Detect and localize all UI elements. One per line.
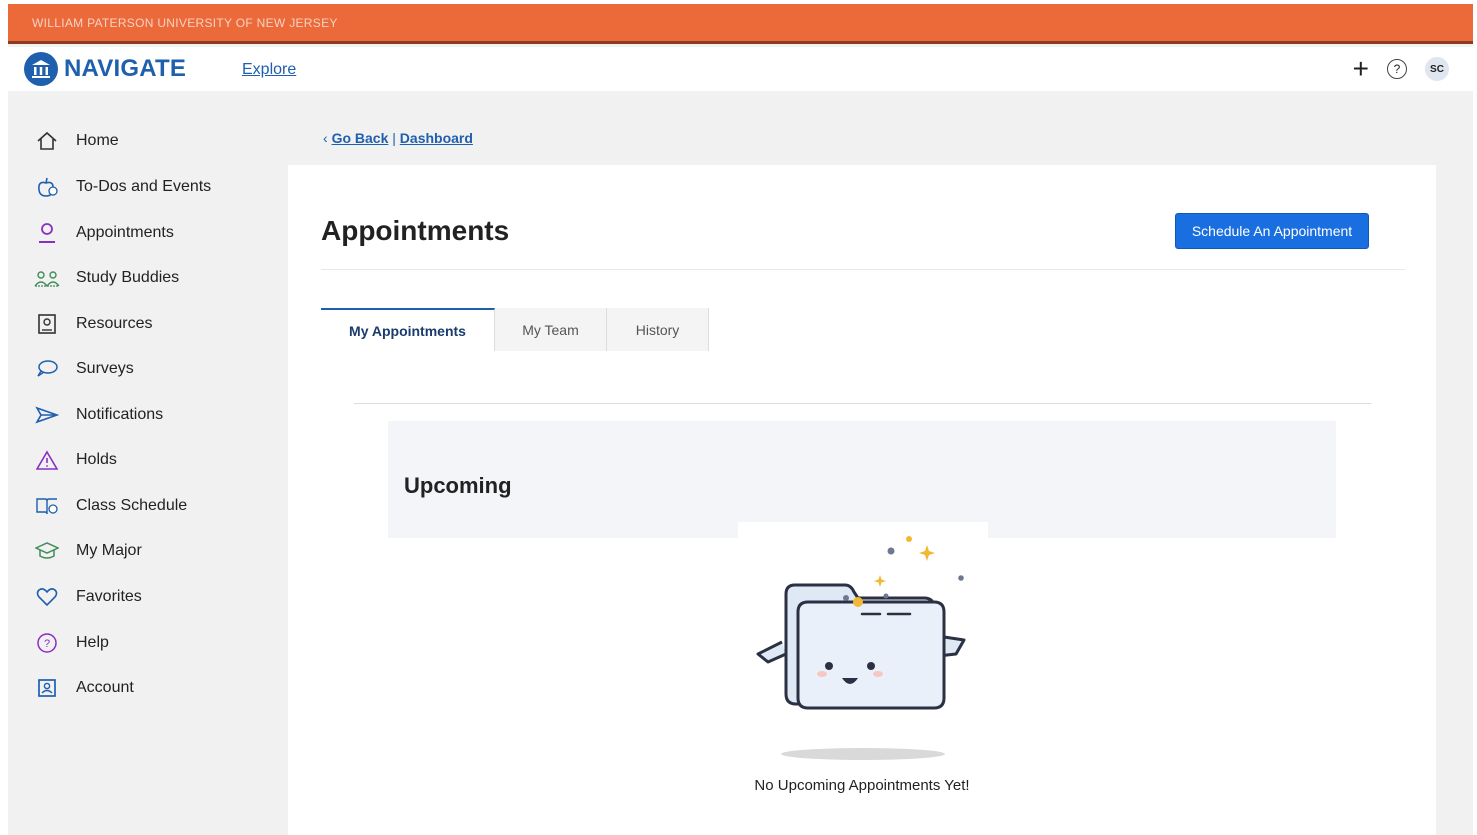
divider (354, 403, 1371, 404)
home-icon (34, 130, 60, 152)
sidebar-item-label: Surveys (76, 360, 134, 377)
dashboard-link[interactable]: Dashboard (400, 130, 473, 146)
sidebar-item-home[interactable]: Home (34, 129, 119, 153)
warning-icon (34, 449, 60, 471)
question-circle-icon: ? (34, 632, 60, 654)
sidebar-item-todos[interactable]: To-Dos and Events (34, 175, 211, 199)
app-name: NAVIGATE (64, 55, 187, 82)
sidebar-item-label: Appointments (76, 224, 174, 241)
empty-folder-illustration (738, 522, 988, 772)
breadcrumb: ‹ Go Back | Dashboard (323, 130, 473, 146)
schedule-appointment-button[interactable]: Schedule An Appointment (1175, 213, 1369, 249)
todo-icon (34, 176, 60, 198)
tab-history[interactable]: History (607, 308, 709, 351)
navigate-logo[interactable]: NAVIGATE (24, 52, 186, 86)
send-icon (34, 404, 60, 426)
sidebar-item-label: Home (76, 132, 119, 149)
sidebar-item-favorites[interactable]: Favorites (34, 585, 142, 609)
sidebar-item-notifications[interactable]: Notifications (34, 403, 163, 427)
sidebar-item-study-buddies[interactable]: Study Buddies (34, 266, 179, 290)
upcoming-section-header: Upcoming (388, 421, 1336, 538)
university-name: WILLIAM PATERSON UNIVERSITY OF NEW JERSE… (32, 16, 338, 30)
university-banner: WILLIAM PATERSON UNIVERSITY OF NEW JERSE… (8, 4, 1473, 44)
account-icon (34, 677, 60, 699)
sidebar-item-holds[interactable]: Holds (34, 448, 117, 472)
empty-state-message: No Upcoming Appointments Yet! (754, 777, 970, 794)
sidebar-item-surveys[interactable]: Surveys (34, 357, 134, 381)
sidebar-item-appointments[interactable]: Appointments (34, 221, 174, 245)
top-navbar: NAVIGATE Explore + ? SC (8, 47, 1473, 91)
tab-my-team[interactable]: My Team (495, 308, 607, 351)
sidebar-item-label: Notifications (76, 406, 164, 423)
sidebar-item-label: Holds (76, 451, 117, 468)
building-icon (24, 52, 58, 86)
resources-icon (34, 313, 60, 335)
sidebar-item-label: To-Dos and Events (76, 178, 212, 195)
sidebar-item-label: Study Buddies (76, 269, 180, 286)
navbar-actions: + ? SC (1353, 55, 1449, 83)
app-frame: WILLIAM PATERSON UNIVERSITY OF NEW JERSE… (8, 4, 1473, 835)
sidebar-item-label: My Major (76, 542, 142, 559)
appointment-tabs: My Appointments My Team History (321, 308, 709, 351)
sidebar: Home To-Dos and Events Appointments Stud… (8, 91, 288, 835)
help-icon[interactable]: ? (1387, 59, 1407, 79)
chevron-left-icon: ‹ (323, 130, 328, 146)
section-title: Upcoming (404, 473, 512, 498)
graduation-cap-icon (34, 540, 60, 562)
tab-my-appointments[interactable]: My Appointments (321, 308, 495, 351)
explore-link[interactable]: Explore (242, 61, 296, 79)
sidebar-item-label: Resources (76, 315, 153, 332)
chat-bubble-icon (34, 358, 60, 380)
user-avatar[interactable]: SC (1425, 57, 1449, 81)
sidebar-item-help[interactable]: ? Help (34, 631, 109, 655)
sidebar-item-account[interactable]: Account (34, 676, 134, 700)
person-icon (34, 222, 60, 244)
sidebar-item-my-major[interactable]: My Major (34, 539, 142, 563)
go-back-link[interactable]: Go Back (332, 130, 389, 146)
sidebar-item-class-schedule[interactable]: Class Schedule (34, 494, 187, 518)
divider (321, 269, 1405, 270)
sidebar-item-resources[interactable]: Resources (34, 312, 152, 336)
plus-icon[interactable]: + (1353, 55, 1369, 83)
sidebar-item-label: Account (76, 679, 134, 696)
main-content: Appointments Schedule An Appointment My … (288, 165, 1436, 835)
sidebar-item-label: Help (76, 634, 109, 651)
sidebar-item-label: Favorites (76, 588, 142, 605)
page-title: Appointments (321, 215, 510, 246)
heart-icon (34, 586, 60, 608)
sidebar-item-label: Class Schedule (76, 497, 188, 514)
svg-text:?: ? (44, 638, 50, 650)
breadcrumb-separator: | (392, 130, 396, 146)
group-icon (34, 267, 60, 289)
book-icon (34, 495, 60, 517)
